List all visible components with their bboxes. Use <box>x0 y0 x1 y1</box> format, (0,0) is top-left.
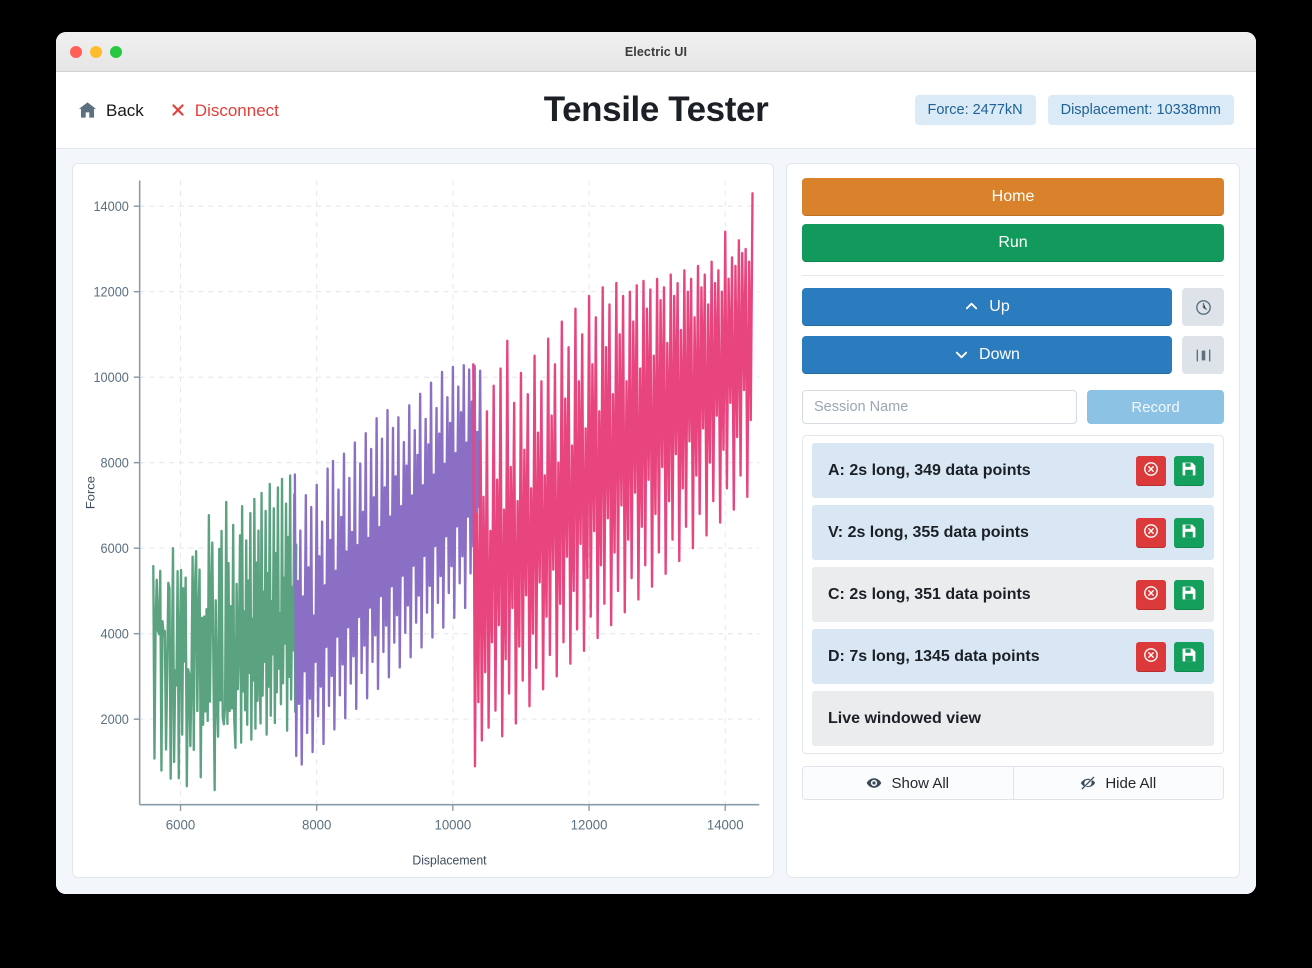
y-tick-label: 4000 <box>101 626 129 641</box>
chevron-down-icon <box>954 347 969 362</box>
force-displacement-chart[interactable]: 2000 4000 6000 8000 10000 12000 14000 6000 8000 1… <box>73 164 773 877</box>
back-button[interactable]: Back <box>78 101 144 120</box>
y-tick-label: 12000 <box>93 284 128 299</box>
app-window: Electric UI Back Disconnect Tensile Test… <box>56 32 1256 894</box>
close-x-icon <box>170 102 186 118</box>
displacement-badge: Displacement: 10338mm <box>1047 95 1234 125</box>
floppy-save-icon <box>1181 647 1197 666</box>
visibility-row: Show All Hide All <box>802 766 1224 800</box>
session-row-actions <box>1136 455 1204 486</box>
show-all-button[interactable]: Show All <box>803 767 1013 799</box>
home-icon <box>78 101 97 120</box>
header-status-group: Force: 2477kN Displacement: 10338mm <box>914 95 1234 125</box>
save-session-button[interactable] <box>1174 517 1204 548</box>
circle-x-icon <box>1143 523 1159 542</box>
y-tick-label: 6000 <box>101 541 129 556</box>
session-row-actions <box>1136 517 1204 548</box>
circle-x-icon <box>1143 647 1159 666</box>
home-button[interactable]: Home <box>802 178 1224 216</box>
session-name-input[interactable] <box>802 390 1077 424</box>
session-label: C: 2s long, 351 data points <box>828 585 1031 603</box>
show-all-label: Show All <box>891 774 950 792</box>
app-body: 2000 4000 6000 8000 10000 12000 14000 6000 8000 1… <box>56 149 1256 894</box>
x-tick-label: 6000 <box>166 817 196 832</box>
session-row[interactable]: D: 7s long, 1345 data points <box>812 629 1214 684</box>
window-titlebar: Electric UI <box>56 32 1256 72</box>
eye-off-icon <box>1080 775 1096 791</box>
jog-down-row: Down <box>802 336 1224 374</box>
delete-session-button[interactable] <box>1136 579 1166 610</box>
record-row: Record <box>802 390 1224 424</box>
center-button[interactable] <box>1182 336 1224 374</box>
save-session-button[interactable] <box>1174 579 1204 610</box>
x-axis-label: Displacement <box>412 853 487 867</box>
floppy-save-icon <box>1181 523 1197 542</box>
session-label: D: 7s long, 1345 data points <box>828 647 1040 665</box>
session-row[interactable]: V: 2s long, 355 data points <box>812 505 1214 560</box>
run-button-label: Run <box>998 233 1028 251</box>
panel-divider <box>802 275 1224 276</box>
session-row[interactable]: A: 2s long, 349 data points <box>812 443 1214 498</box>
delete-session-button[interactable] <box>1136 455 1166 486</box>
session-row-actions <box>1136 641 1204 672</box>
run-button[interactable]: Run <box>802 224 1224 262</box>
circle-x-icon <box>1143 461 1159 480</box>
session-row-actions <box>1136 579 1204 610</box>
down-button[interactable]: Down <box>802 336 1172 374</box>
y-axis-label: Force <box>84 476 98 509</box>
session-row[interactable]: C: 2s long, 351 data points <box>812 567 1214 622</box>
jog-up-row: Up <box>802 288 1224 326</box>
x-tick-label: 14000 <box>707 817 744 832</box>
floppy-save-icon <box>1181 461 1197 480</box>
y-tick-label: 14000 <box>93 199 128 214</box>
series-line-D <box>472 192 754 768</box>
align-center-icon <box>1195 347 1212 364</box>
session-list: A: 2s long, 349 data points V: 2s long, 3… <box>802 435 1224 754</box>
circle-x-icon <box>1143 585 1159 604</box>
clock-icon <box>1195 299 1212 316</box>
disconnect-label: Disconnect <box>194 100 279 120</box>
chart-panel: 2000 4000 6000 8000 10000 12000 14000 6000 8000 1… <box>72 163 774 878</box>
control-panel: Home Run Up Down Session Name Record A: … <box>786 163 1240 878</box>
chevron-up-icon <box>964 299 979 314</box>
x-tick-label: 12000 <box>571 817 608 832</box>
y-tick-label: 8000 <box>101 455 129 470</box>
save-session-button[interactable] <box>1174 455 1204 486</box>
app-header: Back Disconnect Tensile Tester Force: 24… <box>56 72 1256 149</box>
series-line-A <box>152 474 298 792</box>
hide-all-button[interactable]: Hide All <box>1012 767 1223 799</box>
record-button[interactable]: Record <box>1087 390 1224 424</box>
force-badge: Force: 2477kN <box>914 95 1036 125</box>
window-title: Electric UI <box>624 44 688 59</box>
session-label: V: 2s long, 355 data points <box>828 523 1029 541</box>
header-left-group: Back Disconnect <box>78 101 279 120</box>
disconnect-button[interactable]: Disconnect <box>170 102 279 119</box>
y-tick-label: 10000 <box>93 370 128 385</box>
eye-icon <box>866 775 882 791</box>
floppy-save-icon <box>1181 585 1197 604</box>
hide-all-label: Hide All <box>1105 774 1157 792</box>
up-button-label: Up <box>989 297 1010 315</box>
up-button[interactable]: Up <box>802 288 1172 326</box>
x-tick-label: 10000 <box>434 817 471 832</box>
timing-button[interactable] <box>1182 288 1224 326</box>
delete-session-button[interactable] <box>1136 641 1166 672</box>
down-button-label: Down <box>979 345 1020 363</box>
x-tick-label: 8000 <box>302 817 332 832</box>
save-session-button[interactable] <box>1174 641 1204 672</box>
session-label: Live windowed view <box>828 709 981 727</box>
session-label: A: 2s long, 349 data points <box>828 461 1031 479</box>
back-label: Back <box>106 100 144 120</box>
session-row[interactable]: Live windowed view <box>812 691 1214 746</box>
home-button-label: Home <box>991 187 1035 205</box>
series-line-V <box>293 363 483 766</box>
delete-session-button[interactable] <box>1136 517 1166 548</box>
y-tick-label: 2000 <box>101 712 129 727</box>
